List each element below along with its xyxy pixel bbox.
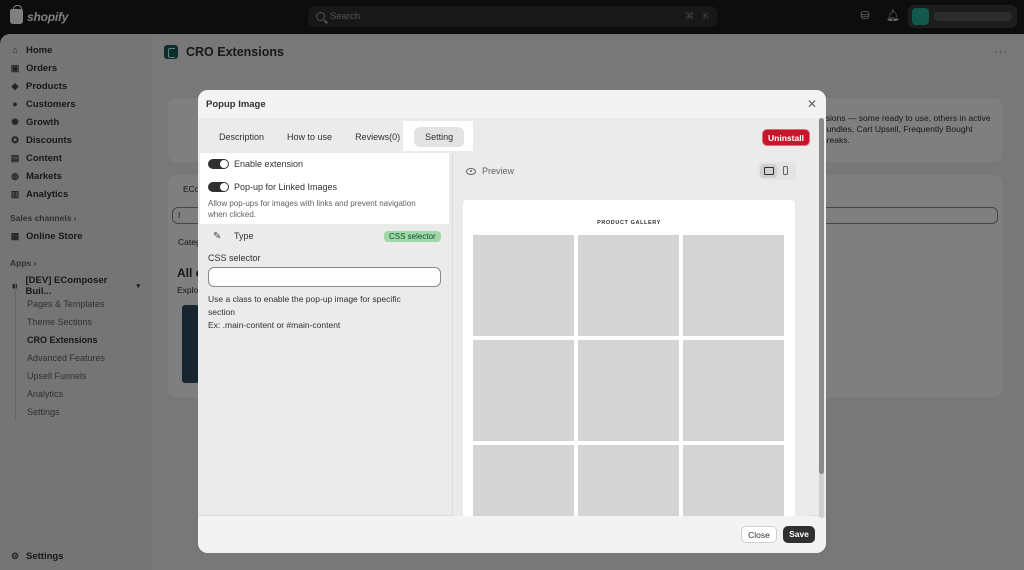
css-selector-input[interactable]	[208, 267, 441, 287]
product-gallery-preview: PRODUCT GALLERY	[463, 200, 795, 516]
help-line: Use a class to enable the pop-up image f…	[208, 294, 401, 304]
css-selector-label: CSS selector	[208, 253, 261, 263]
eye-icon	[466, 167, 476, 175]
gallery-tile[interactable]	[578, 235, 679, 336]
tab-description[interactable]: Description	[208, 127, 275, 147]
linked-images-toggle[interactable]	[208, 182, 229, 192]
linked-images-help: Allow pop-ups for images with links and …	[208, 198, 416, 220]
modal-title: Popup Image	[206, 99, 266, 110]
tab-how-to-use[interactable]: How to use	[276, 127, 343, 147]
help-line: Allow pop-ups for images with links and …	[208, 199, 416, 208]
close-icon[interactable]: ✕	[807, 97, 817, 111]
modal-tabs: Description How to use Reviews(0) Settin…	[208, 127, 465, 147]
css-selector-help: Use a class to enable the pop-up image f…	[208, 293, 401, 332]
gallery-tile[interactable]	[473, 235, 574, 336]
tab-reviews[interactable]: Reviews(0)	[344, 127, 411, 147]
gallery-tile[interactable]	[473, 445, 574, 516]
pencil-icon: ✎	[213, 231, 222, 242]
type-label: Type	[234, 231, 254, 241]
gallery-tile[interactable]	[683, 235, 784, 336]
linked-images-label: Pop-up for Linked Images	[234, 182, 338, 192]
gallery-tile[interactable]	[683, 445, 784, 516]
close-button[interactable]: Close	[741, 526, 777, 543]
gallery-tile[interactable]	[683, 340, 784, 441]
gallery-title: PRODUCT GALLERY	[597, 220, 661, 226]
enable-extension-label: Enable extension	[234, 159, 304, 169]
gallery-tile[interactable]	[473, 340, 574, 441]
modal-footer	[198, 515, 826, 553]
enable-extension-toggle[interactable]	[208, 159, 229, 169]
type-badge: CSS selector	[384, 231, 441, 242]
modal-scrollbar[interactable]	[819, 118, 824, 518]
gallery-tile[interactable]	[578, 340, 679, 441]
preview-label: Preview	[482, 166, 515, 176]
preview-heading: Preview	[466, 166, 514, 176]
gallery-tile[interactable]	[578, 445, 679, 516]
help-line: when clicked.	[208, 210, 257, 219]
help-line: section	[208, 307, 235, 317]
modal-header: Popup Image ✕	[198, 90, 826, 118]
desktop-icon[interactable]	[760, 164, 777, 178]
tab-setting[interactable]: Setting	[414, 127, 465, 147]
help-line: Ex: .main-content or #main-content	[208, 320, 341, 330]
save-button[interactable]: Save	[783, 526, 815, 543]
mobile-icon[interactable]	[783, 166, 788, 175]
device-toggle	[758, 162, 796, 180]
uninstall-button[interactable]: Uninstall	[762, 129, 810, 146]
